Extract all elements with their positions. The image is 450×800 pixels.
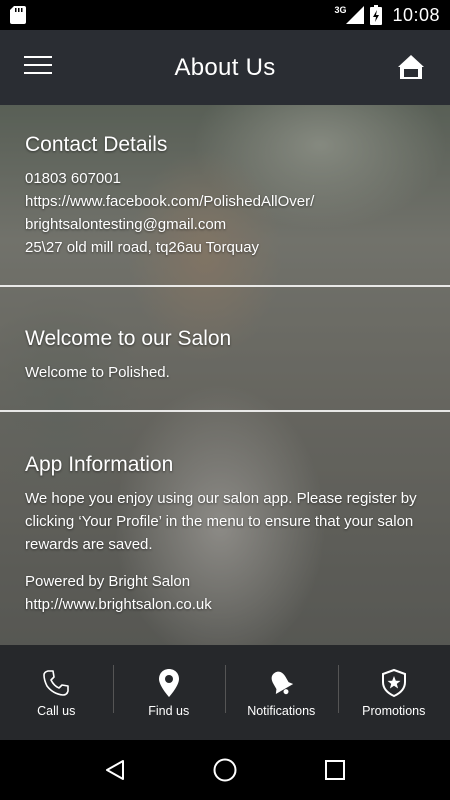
clock: 10:08 bbox=[392, 4, 440, 25]
contact-facebook[interactable]: https://www.facebook.com/PolishedAllOver… bbox=[25, 190, 425, 213]
bottom-nav: Call us Find us Notifications Promotions bbox=[0, 645, 450, 740]
home-icon[interactable] bbox=[396, 52, 426, 82]
welcome-title: Welcome to our Salon bbox=[25, 327, 232, 350]
app-info-text: We hope you enjoy using our salon app. P… bbox=[25, 490, 417, 553]
find-us-label: Find us bbox=[148, 703, 190, 718]
welcome-section: Welcome to our Salon Welcome to Polished… bbox=[0, 327, 450, 384]
star-shield-icon bbox=[381, 668, 406, 697]
app-info-title: App Information bbox=[25, 453, 174, 476]
signal-icon bbox=[346, 6, 365, 24]
home-circle-icon[interactable] bbox=[211, 756, 239, 784]
promotions-button[interactable]: Promotions bbox=[337, 645, 450, 740]
powered-by: Powered by Bright Salon bbox=[25, 573, 191, 590]
menu-icon[interactable] bbox=[24, 56, 52, 78]
bell-icon bbox=[271, 671, 294, 694]
network-type: 3G bbox=[334, 5, 347, 15]
system-nav-bar bbox=[0, 740, 450, 800]
notifications-label: Notifications bbox=[247, 703, 316, 718]
page-title: About Us bbox=[174, 53, 276, 81]
about-content: Contact Details 01803 607001 https://www… bbox=[0, 105, 450, 645]
recents-icon[interactable] bbox=[321, 756, 349, 784]
phone-icon bbox=[43, 669, 70, 696]
contact-address[interactable]: 25\27 old mill road, tq26au Torquay bbox=[25, 236, 425, 259]
contact-phone[interactable]: 01803 607001 bbox=[25, 167, 425, 190]
contact-title: Contact Details bbox=[25, 133, 168, 156]
website-link[interactable]: http://www.brightsalon.co.uk bbox=[25, 593, 425, 616]
contact-section: Contact Details 01803 607001 https://www… bbox=[0, 133, 450, 259]
sd-card-icon bbox=[10, 6, 26, 24]
notifications-button[interactable]: Notifications bbox=[225, 645, 338, 740]
find-us-button[interactable]: Find us bbox=[112, 645, 226, 740]
map-pin-icon bbox=[158, 668, 179, 697]
call-us-button[interactable]: Call us bbox=[0, 645, 113, 740]
back-icon[interactable] bbox=[101, 756, 129, 784]
battery-icon bbox=[370, 5, 383, 25]
divider bbox=[0, 285, 450, 287]
promotions-label: Promotions bbox=[362, 703, 426, 718]
app-bar: About Us bbox=[0, 30, 450, 105]
contact-email[interactable]: brightsalontesting@gmail.com bbox=[25, 213, 425, 236]
welcome-text: Welcome to Polished. bbox=[25, 364, 170, 381]
call-us-label: Call us bbox=[37, 703, 76, 718]
app-info-section: App Information We hope you enjoy using … bbox=[0, 453, 450, 616]
status-bar: 3G 10:08 bbox=[0, 0, 450, 30]
divider bbox=[0, 410, 450, 412]
